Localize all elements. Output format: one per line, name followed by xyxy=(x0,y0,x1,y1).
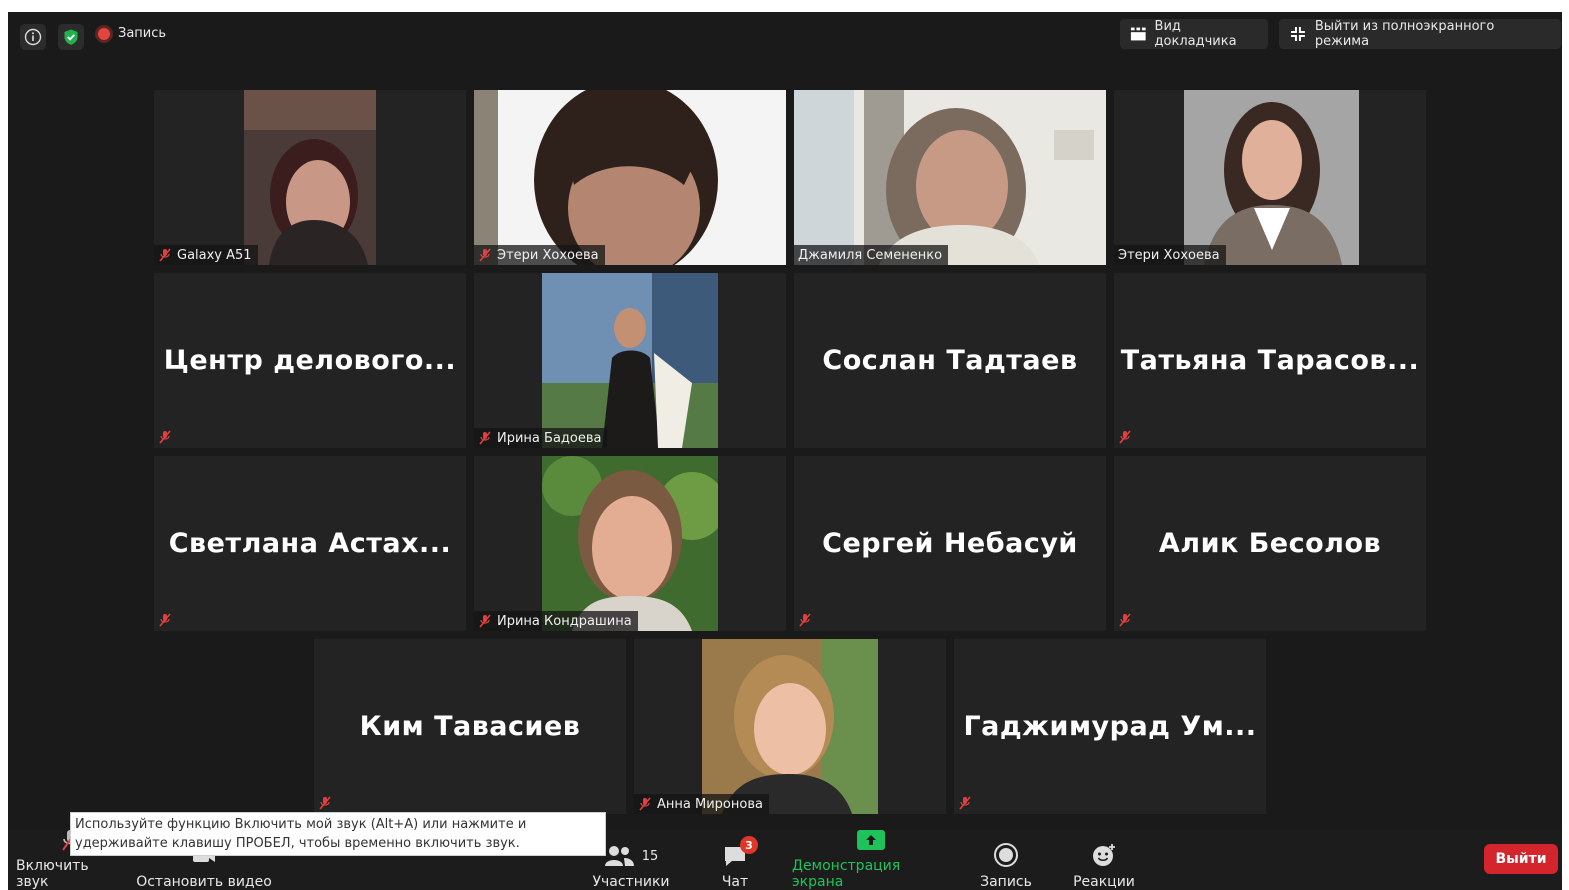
muted-mic-icon xyxy=(639,797,651,811)
leave-meeting-button[interactable]: Выйти xyxy=(1484,844,1558,874)
muted-mic-indicator xyxy=(158,613,172,627)
share-screen-button[interactable]: Демонстрация экрана xyxy=(792,830,950,890)
participant-video xyxy=(702,639,878,814)
participant-name: Анна Миронова xyxy=(657,796,763,812)
participant-name-tag: Этери Хохоева xyxy=(1114,245,1226,265)
muted-mic-icon xyxy=(159,613,171,627)
reactions-button[interactable]: Реакции xyxy=(1070,830,1138,890)
participant-name: Galaxy A51 xyxy=(177,247,252,263)
chat-unread-badge: 3 xyxy=(740,836,758,854)
participants-count: 15 xyxy=(641,848,659,864)
muted-mic-icon xyxy=(319,796,331,810)
share-screen-label: Демонстрация экрана xyxy=(792,858,901,890)
recording-label: Запись xyxy=(118,26,167,41)
recording-indicator[interactable]: Запись xyxy=(98,26,166,41)
participant-name-tag: Ирина Кондрашина xyxy=(474,611,638,631)
participant-display-name: Алик Бесолов xyxy=(1158,528,1382,559)
participant-name: Джамиля Семененко xyxy=(798,247,943,263)
participant-tile[interactable]: Анна Миронова xyxy=(634,639,946,814)
participant-name-tag: Джамиля Семененко xyxy=(794,245,949,265)
participant-tile[interactable]: Гаджимурад Ум... xyxy=(954,639,1266,814)
participant-video xyxy=(474,90,786,265)
participant-tile[interactable]: Алик Бесолов xyxy=(1114,456,1426,631)
participant-video xyxy=(1184,90,1359,265)
share-screen-icon xyxy=(856,828,886,852)
unmute-hint-tooltip: Используйте функцию Включить мой звук (A… xyxy=(70,812,606,856)
participant-name-tag: Анна Миронова xyxy=(634,794,769,814)
participant-name: Ирина Кондрашина xyxy=(497,613,632,629)
chat-label: Чат xyxy=(721,874,749,890)
participant-display-name: Гаджимурад Ум... xyxy=(963,711,1257,742)
muted-mic-icon xyxy=(799,613,811,627)
participant-name-tag: Galaxy A51 xyxy=(154,245,258,265)
speaker-view-label: Вид докладчика xyxy=(1154,19,1237,49)
participant-name-tag: Этери Хохоева xyxy=(474,245,605,265)
exit-fullscreen-label: Выйти из полноэкранного режима xyxy=(1314,19,1495,49)
reactions-emoji-icon xyxy=(1090,842,1118,868)
muted-mic-icon xyxy=(479,248,491,262)
participant-name-tag: Ирина Бадоева xyxy=(474,428,608,448)
participant-tile[interactable]: Galaxy A51 xyxy=(154,90,466,265)
grid-view-icon xyxy=(1130,27,1146,41)
participant-display-name: Ким Тавасиев xyxy=(359,711,581,742)
record-label: Запись xyxy=(980,874,1032,890)
participant-display-name: Сослан Тадтаев xyxy=(822,345,1078,376)
recording-dot-icon xyxy=(98,27,110,40)
muted-mic-indicator xyxy=(958,796,972,810)
participant-display-name: Светлана Астах... xyxy=(168,528,452,559)
participant-tile[interactable]: Этери Хохоева xyxy=(474,90,786,265)
participant-video xyxy=(244,90,376,265)
muted-mic-indicator xyxy=(158,430,172,444)
record-icon xyxy=(993,842,1019,868)
participant-tile[interactable]: Ирина Кондрашина xyxy=(474,456,786,631)
top-bar: Запись Вид докладчика Выйти из полноэкра… xyxy=(8,12,1562,62)
muted-mic-icon xyxy=(479,431,491,445)
participant-tile[interactable]: Ирина Бадоева xyxy=(474,273,786,448)
muted-mic-icon xyxy=(1119,430,1131,444)
muted-mic-indicator xyxy=(798,613,812,627)
participant-video xyxy=(542,456,718,631)
participant-tile[interactable]: Сергей Небасуй xyxy=(794,456,1106,631)
participant-video xyxy=(542,273,718,448)
participant-tile[interactable]: Этери Хохоева xyxy=(1114,90,1426,265)
speaker-view-button[interactable]: Вид докладчика xyxy=(1120,19,1268,49)
muted-mic-indicator xyxy=(1118,430,1132,444)
unmute-label: Включить звук xyxy=(16,858,89,890)
muted-mic-icon xyxy=(479,614,491,628)
stop-video-label: Остановить видео xyxy=(136,874,272,890)
meeting-window: Запись Вид докладчика Выйти из полноэкра… xyxy=(8,12,1562,890)
participant-name: Этери Хохоева xyxy=(497,247,599,263)
muted-mic-icon xyxy=(159,248,171,262)
participant-video xyxy=(794,90,1106,265)
participant-display-name: Центр делового... xyxy=(163,345,457,376)
participant-tile-active-speaker[interactable]: Джамиля Семененко xyxy=(794,90,1106,265)
muted-mic-icon xyxy=(959,796,971,810)
exit-fullscreen-icon xyxy=(1290,27,1305,41)
reactions-label: Реакции xyxy=(1073,874,1135,890)
participant-tile[interactable]: Татьяна Тарасов... xyxy=(1114,273,1426,448)
muted-mic-indicator xyxy=(1118,613,1132,627)
participant-tile[interactable]: Светлана Астах... xyxy=(154,456,466,631)
chat-button[interactable]: 3 Чат xyxy=(708,830,762,890)
meeting-info-icon[interactable] xyxy=(20,24,46,50)
participant-name: Этери Хохоева xyxy=(1118,247,1220,263)
chat-icon: 3 xyxy=(722,836,758,868)
muted-mic-icon xyxy=(1119,613,1131,627)
participants-icon: 15 xyxy=(604,844,659,868)
participants-label: Участники xyxy=(592,874,670,890)
record-button[interactable]: Запись xyxy=(976,830,1036,890)
exit-fullscreen-button[interactable]: Выйти из полноэкранного режима xyxy=(1279,19,1561,49)
participant-tile[interactable]: Ким Тавасиев xyxy=(314,639,626,814)
muted-mic-indicator xyxy=(318,796,332,810)
encryption-shield-icon[interactable] xyxy=(58,24,84,50)
participant-display-name: Татьяна Тарасов... xyxy=(1120,345,1420,376)
muted-mic-icon xyxy=(159,430,171,444)
participant-tile[interactable]: Сослан Тадтаев xyxy=(794,273,1106,448)
participant-tile[interactable]: Центр делового... xyxy=(154,273,466,448)
participant-display-name: Сергей Небасуй xyxy=(822,528,1078,559)
participant-name: Ирина Бадоева xyxy=(497,430,602,446)
